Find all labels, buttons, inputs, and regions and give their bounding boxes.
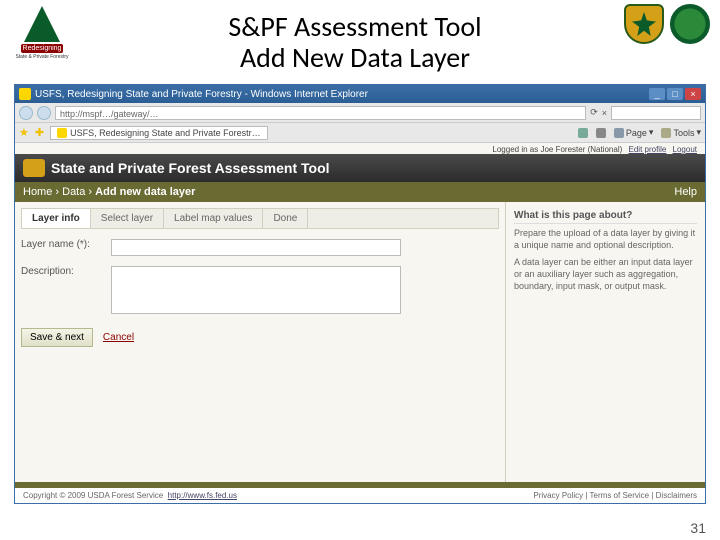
page-menu[interactable]: Page▾ (614, 127, 654, 138)
stop-button[interactable]: × (602, 108, 607, 118)
browser-tab[interactable]: USFS, Redesigning State and Private Fore… (50, 126, 268, 140)
layer-name-input[interactable] (111, 239, 401, 256)
description-label: Description: (21, 266, 111, 314)
slide-header: Redesigning State & Private Forestry S&P… (0, 0, 720, 84)
slide-title-line2: Add New Data Layer (86, 43, 624, 74)
gear-icon (661, 128, 671, 138)
close-button[interactable]: × (685, 88, 701, 100)
wizard-step-layer-info[interactable]: Layer info (22, 209, 91, 228)
home-button[interactable] (578, 127, 588, 138)
crumb-data[interactable]: Data (62, 186, 85, 198)
search-box[interactable] (611, 106, 701, 120)
maximize-button[interactable]: □ (667, 88, 683, 100)
layer-name-label: Layer name (*): (21, 239, 111, 256)
seal-group (624, 4, 710, 44)
wizard-step-label-values[interactable]: Label map values (164, 209, 263, 228)
sidebar-heading: What is this page about? (514, 210, 697, 224)
back-button[interactable] (19, 106, 33, 120)
help-link[interactable]: Help (674, 186, 697, 198)
browser-navbar: http://mspf…/gateway/… ⟳ × (15, 103, 705, 123)
print-icon (596, 128, 606, 138)
sidebar-p2: A data layer can be either an input data… (514, 257, 697, 292)
favicon-icon (19, 88, 31, 100)
usfs-shield-icon (624, 4, 664, 44)
slide-title: S&PF Assessment Tool Add New Data Layer (86, 4, 624, 74)
home-icon (578, 128, 588, 138)
page-footer: Copyright © 2009 USDA Forest Service htt… (15, 488, 705, 503)
wizard-step-select-layer[interactable]: Select layer (91, 209, 164, 228)
cancel-link[interactable]: Cancel (103, 332, 134, 343)
edit-profile-link[interactable]: Edit profile (629, 145, 667, 154)
webpage: Logged in as Joe Forester (National) Edi… (15, 143, 705, 503)
content-area: Layer info Select layer Label map values… (15, 202, 705, 482)
app-title: State and Private Forest Assessment Tool (51, 160, 330, 176)
wizard-step-done[interactable]: Done (263, 209, 308, 228)
logo-subtext: State & Private Forestry (15, 54, 68, 60)
footer-link[interactable]: http://www.fs.fed.us (168, 491, 237, 500)
spf-logo: Redesigning State & Private Forestry (10, 4, 74, 84)
wizard-steps: Layer info Select layer Label map values… (21, 208, 499, 229)
minimize-button[interactable]: _ (649, 88, 665, 100)
app-header: State and Private Forest Assessment Tool (15, 154, 705, 182)
page-icon (614, 128, 624, 138)
footer-right-links[interactable]: Privacy Policy | Terms of Service | Disc… (533, 491, 697, 500)
crumb-home[interactable]: Home (23, 186, 52, 198)
main-form: Layer info Select layer Label map values… (15, 202, 505, 482)
description-textarea[interactable] (111, 266, 401, 314)
slide-title-line1: S&PF Assessment Tool (86, 12, 624, 43)
favorites-icon[interactable]: ★ (19, 126, 29, 139)
window-title: USFS, Redesigning State and Private Fore… (35, 89, 368, 100)
address-bar[interactable]: http://mspf…/gateway/… (55, 106, 586, 120)
forward-button[interactable] (37, 106, 51, 120)
agency-seal-icon (670, 4, 710, 44)
help-sidebar: What is this page about? Prepare the upl… (505, 202, 705, 482)
logged-in-text: Logged in as Joe Forester (National) (492, 145, 622, 154)
breadcrumb: Home › Data › Add new data layer Help (15, 182, 705, 202)
window-titlebar: USFS, Redesigning State and Private Fore… (15, 85, 705, 103)
logo-banner: Redesigning (21, 44, 64, 53)
logout-link[interactable]: Logout (673, 145, 697, 154)
copyright-text: Copyright © 2009 USDA Forest Service (23, 491, 163, 500)
tab-favicon-icon (57, 128, 67, 138)
user-bar: Logged in as Joe Forester (National) Edi… (15, 143, 705, 154)
slide-number: 31 (690, 520, 706, 536)
tools-menu[interactable]: Tools▾ (661, 127, 701, 138)
refresh-button[interactable]: ⟳ (590, 107, 598, 118)
add-favorite-icon[interactable]: ✚ (35, 126, 44, 139)
browser-tabbar: ★ ✚ USFS, Redesigning State and Private … (15, 123, 705, 143)
print-button[interactable] (596, 127, 606, 138)
fs-badge-icon (23, 159, 45, 177)
crumb-current: Add new data layer (95, 186, 195, 198)
save-next-button[interactable]: Save & next (21, 328, 93, 347)
sidebar-p1: Prepare the upload of a data layer by gi… (514, 228, 697, 251)
browser-window: USFS, Redesigning State and Private Fore… (14, 84, 706, 504)
tab-label: USFS, Redesigning State and Private Fore… (70, 128, 261, 138)
tree-icon (24, 6, 60, 42)
